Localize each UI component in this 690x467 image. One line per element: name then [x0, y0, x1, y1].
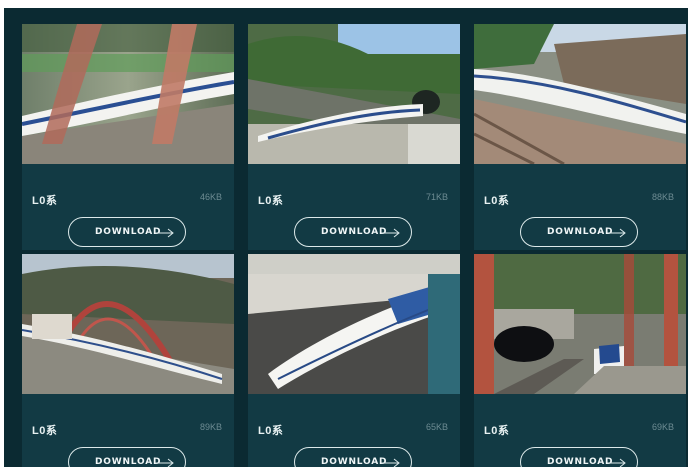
image-title: L0系: [32, 195, 58, 207]
image-title: L0系: [258, 195, 284, 207]
arrow-right-icon: [607, 228, 626, 238]
download-label: DOWNLOAD: [321, 227, 388, 237]
arrow-right-icon: [155, 228, 174, 238]
file-size: 88KB: [651, 192, 674, 202]
download-gallery: L0系 46KB DOWNLOAD L0系 71KB DOWNLOAD L0系 …: [4, 8, 688, 467]
train-photo-5[interactable]: [248, 254, 460, 394]
image-card-5: L0系 65KB DOWNLOAD: [248, 254, 460, 467]
image-card-1: L0系 46KB DOWNLOAD: [22, 24, 234, 250]
train-photo-3[interactable]: [474, 24, 686, 164]
file-size: 89KB: [199, 422, 222, 432]
image-card-2: L0系 71KB DOWNLOAD: [248, 24, 460, 250]
image-title: L0系: [258, 425, 284, 437]
download-button[interactable]: DOWNLOAD: [294, 447, 412, 467]
train-photo-1[interactable]: [22, 24, 234, 164]
download-button[interactable]: DOWNLOAD: [520, 447, 638, 467]
train-photo-4[interactable]: [22, 254, 234, 394]
download-button[interactable]: DOWNLOAD: [294, 217, 412, 247]
image-title: L0系: [32, 425, 58, 437]
arrow-right-icon: [381, 458, 400, 467]
download-label: DOWNLOAD: [547, 227, 614, 237]
train-photo-6[interactable]: [474, 254, 686, 394]
arrow-right-icon: [607, 458, 626, 467]
file-size: 46KB: [199, 192, 222, 202]
download-label: DOWNLOAD: [95, 457, 162, 467]
image-title: L0系: [484, 425, 510, 437]
image-card-4: L0系 89KB DOWNLOAD: [22, 254, 234, 467]
download-label: DOWNLOAD: [547, 457, 614, 467]
download-label: DOWNLOAD: [321, 457, 388, 467]
image-card-3: L0系 88KB DOWNLOAD: [474, 24, 686, 250]
image-title: L0系: [484, 195, 510, 207]
download-label: DOWNLOAD: [95, 227, 162, 237]
arrow-right-icon: [155, 458, 174, 467]
download-button[interactable]: DOWNLOAD: [520, 217, 638, 247]
train-photo-2[interactable]: [248, 24, 460, 164]
file-size: 65KB: [425, 422, 448, 432]
image-card-6: L0系 69KB DOWNLOAD: [474, 254, 686, 467]
file-size: 69KB: [651, 422, 674, 432]
download-button[interactable]: DOWNLOAD: [68, 217, 186, 247]
arrow-right-icon: [381, 228, 400, 238]
file-size: 71KB: [425, 192, 448, 202]
download-button[interactable]: DOWNLOAD: [68, 447, 186, 467]
